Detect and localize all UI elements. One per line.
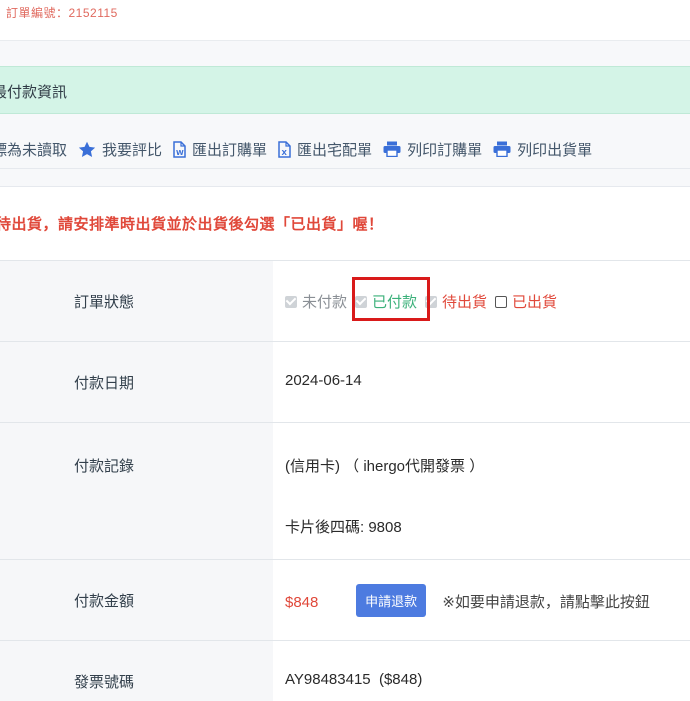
order-number: 訂單編號：2152115 bbox=[6, 6, 118, 20]
section-gap bbox=[0, 40, 690, 66]
order-toolbar: 標為未讀取 我要評比 W 匯出訂購單 X 匯出宅配單 列印訂購單 bbox=[0, 114, 690, 186]
table-row: 發票號碼 AY98483415 ($848) bbox=[0, 640, 690, 701]
pay-method-text: (信用卡) （ ihergo代開發票 ） bbox=[285, 458, 485, 475]
paid-highlight-box bbox=[352, 277, 430, 321]
rate-button[interactable]: 我要評比 bbox=[78, 139, 162, 160]
refund-note: ※如要申請退款，請點擊此按鈕 bbox=[442, 594, 650, 612]
svg-text:X: X bbox=[282, 149, 288, 157]
print-shipping-label: 列印出貨單 bbox=[517, 141, 593, 159]
pay-date-value: 2024-06-14 bbox=[273, 342, 690, 422]
pay-date-label: 付款日期 bbox=[0, 342, 273, 422]
amount-text: $848 bbox=[285, 594, 319, 612]
export-order-button[interactable]: W 匯出訂購單 bbox=[173, 139, 267, 160]
status-label: 訂單狀態 bbox=[0, 261, 273, 341]
pay-record-value: (信用卡) （ ihergo代開發票 ） 卡片後四碼: 9808 bbox=[273, 423, 690, 559]
table-row: 訂單狀態 未付款 已付款 待出貨 已出貨 bbox=[0, 260, 690, 341]
unpaid-label: 未付款 bbox=[302, 294, 348, 311]
refund-button[interactable]: 申請退款 bbox=[356, 584, 427, 617]
print-shipping-button[interactable]: 列印出貨單 bbox=[493, 139, 592, 160]
table-row: 付款記錄 (信用卡) （ ihergo代開發票 ） 卡片後四碼: 9808 bbox=[0, 422, 690, 559]
table-row: 付款金額 $848 申請退款 ※如要申請退款，請點擊此按鈕 bbox=[0, 559, 690, 640]
excel-doc-icon: X bbox=[278, 140, 291, 158]
order-detail-table: 訂單狀態 未付款 已付款 待出貨 已出貨 付款日期 2024-06-14 付款記… bbox=[0, 260, 690, 701]
shipped-label: 已出貨 bbox=[512, 294, 558, 311]
shipped-checkbox[interactable]: 已出貨 bbox=[495, 291, 557, 312]
export-delivery-button[interactable]: X 匯出宅配單 bbox=[278, 139, 372, 160]
table-row: 付款日期 2024-06-14 bbox=[0, 341, 690, 422]
payment-info-header: 最付款資訊 bbox=[0, 66, 690, 114]
mark-unread-button[interactable]: 標為未讀取 bbox=[0, 139, 67, 160]
pending-shipment-label: 待出貨 bbox=[442, 294, 488, 311]
shipping-notice-panel: 待出貨，請安排準時出貨並於出貨後勾選「已出貨」喔！ bbox=[0, 186, 690, 260]
svg-text:W: W bbox=[176, 149, 184, 157]
payment-info-title: 最付款資訊 bbox=[0, 84, 68, 101]
print-order-label: 列印訂購單 bbox=[407, 141, 483, 159]
word-doc-icon: W bbox=[173, 140, 186, 158]
rate-label: 我要評比 bbox=[102, 141, 163, 159]
status-value: 未付款 已付款 待出貨 已出貨 bbox=[273, 261, 690, 341]
status-checkbox-group: 未付款 已付款 待出貨 已出貨 bbox=[285, 291, 690, 312]
toolbar-divider bbox=[0, 168, 690, 169]
export-order-label: 匯出訂購單 bbox=[192, 141, 268, 159]
print-icon bbox=[493, 141, 511, 157]
unpaid-checkbox[interactable]: 未付款 bbox=[285, 291, 347, 312]
invoice-label: 發票號碼 bbox=[0, 641, 273, 701]
invoice-value: AY98483415 ($848) bbox=[273, 641, 690, 701]
checkbox-unchecked bbox=[495, 295, 508, 308]
print-order-button[interactable]: 列印訂購單 bbox=[383, 139, 482, 160]
pay-amount-value: $848 申請退款 ※如要申請退款，請點擊此按鈕 bbox=[273, 560, 690, 640]
print-icon bbox=[383, 141, 401, 157]
star-icon bbox=[78, 141, 96, 158]
checkbox-checked bbox=[285, 295, 297, 308]
pay-amount-label: 付款金額 bbox=[0, 560, 273, 640]
pay-record-label: 付款記錄 bbox=[0, 423, 273, 559]
export-delivery-label: 匯出宅配單 bbox=[297, 141, 373, 159]
card-last-four-text: 卡片後四碼: 9808 bbox=[285, 519, 402, 536]
pending-shipment-checkbox[interactable]: 待出貨 bbox=[425, 291, 487, 312]
shipping-notice: 待出貨，請安排準時出貨並於出貨後勾選「已出貨」喔！ bbox=[0, 216, 384, 233]
mark-unread-label: 標為未讀取 bbox=[0, 141, 68, 159]
